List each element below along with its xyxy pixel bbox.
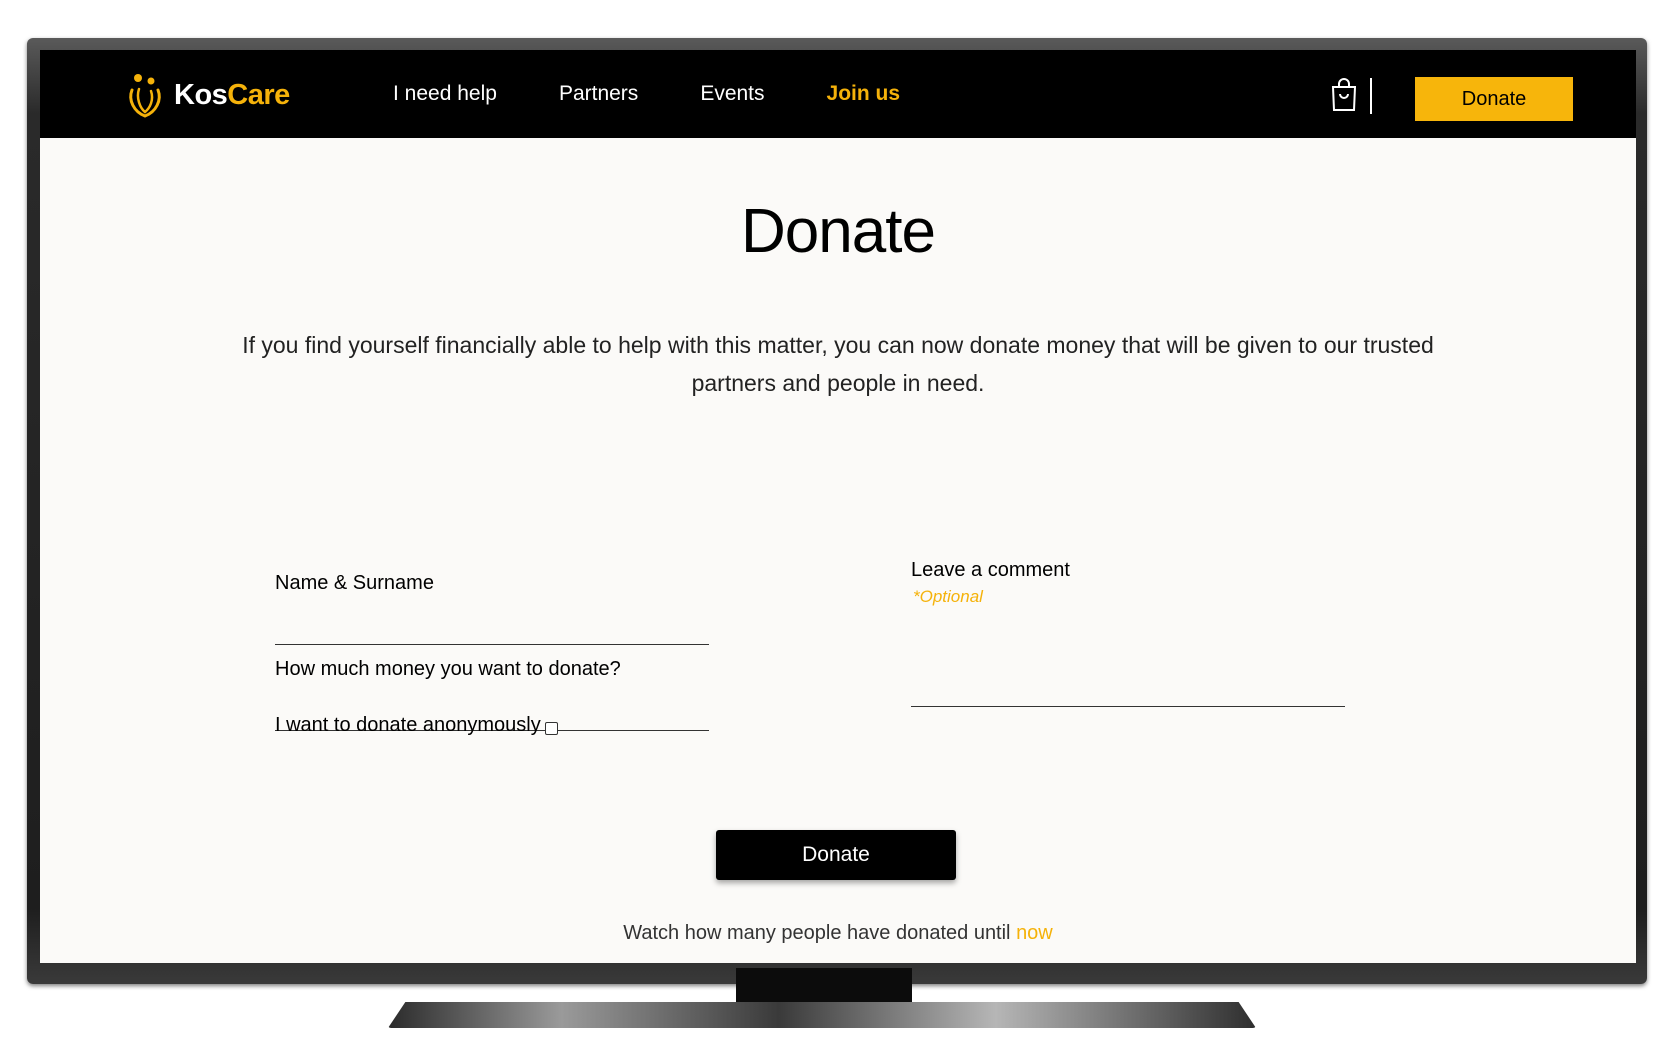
nav-link-events[interactable]: Events [700, 82, 764, 106]
logo-text: KosCare [174, 79, 290, 112]
anonymous-checkbox[interactable] [544, 722, 558, 735]
shopping-bag-icon[interactable] [1330, 78, 1358, 112]
nav-donate-button[interactable]: Donate [1415, 77, 1573, 121]
intro-text: If you find yourself financially able to… [242, 332, 1434, 396]
anonymous-label: I want to donate anonymously [275, 714, 541, 736]
nav-link-partners[interactable]: Partners [559, 82, 638, 106]
name-label: Name & Surname [275, 572, 434, 594]
comment-input[interactable] [911, 610, 1345, 707]
comment-optional-note: *Optional [913, 587, 983, 606]
tv-screen: KosCare I need help Partners Events Join… [40, 50, 1636, 963]
tv-stand-base [388, 1002, 1256, 1028]
name-input[interactable] [275, 612, 709, 645]
amount-label: How much money you want to donate? [275, 658, 621, 680]
nav-link-i-need-help[interactable]: I need help [393, 82, 497, 106]
nav-link-join-us[interactable]: Join us [827, 82, 901, 106]
people-hug-icon [129, 74, 161, 118]
comment-label: Leave a comment [911, 559, 1070, 581]
logo[interactable]: KosCare [126, 72, 290, 118]
anonymous-row: I want to donate anonymously [275, 714, 558, 737]
top-navbar: KosCare I need help Partners Events Join… [40, 50, 1636, 138]
submit-donate-button[interactable]: Donate [716, 830, 956, 880]
nav-divider [1370, 78, 1372, 114]
footer-text-body: Watch how many people have donated until [623, 922, 1017, 944]
footer-text: Watch how many people have donated until… [40, 922, 1636, 945]
main-nav: I need help Partners Events Join us [393, 50, 962, 138]
page-title: Donate [741, 197, 936, 266]
logo-text-kos: Kos [174, 78, 228, 111]
footer-now-link[interactable]: now [1016, 922, 1053, 944]
logo-text-care: Care [227, 78, 290, 111]
